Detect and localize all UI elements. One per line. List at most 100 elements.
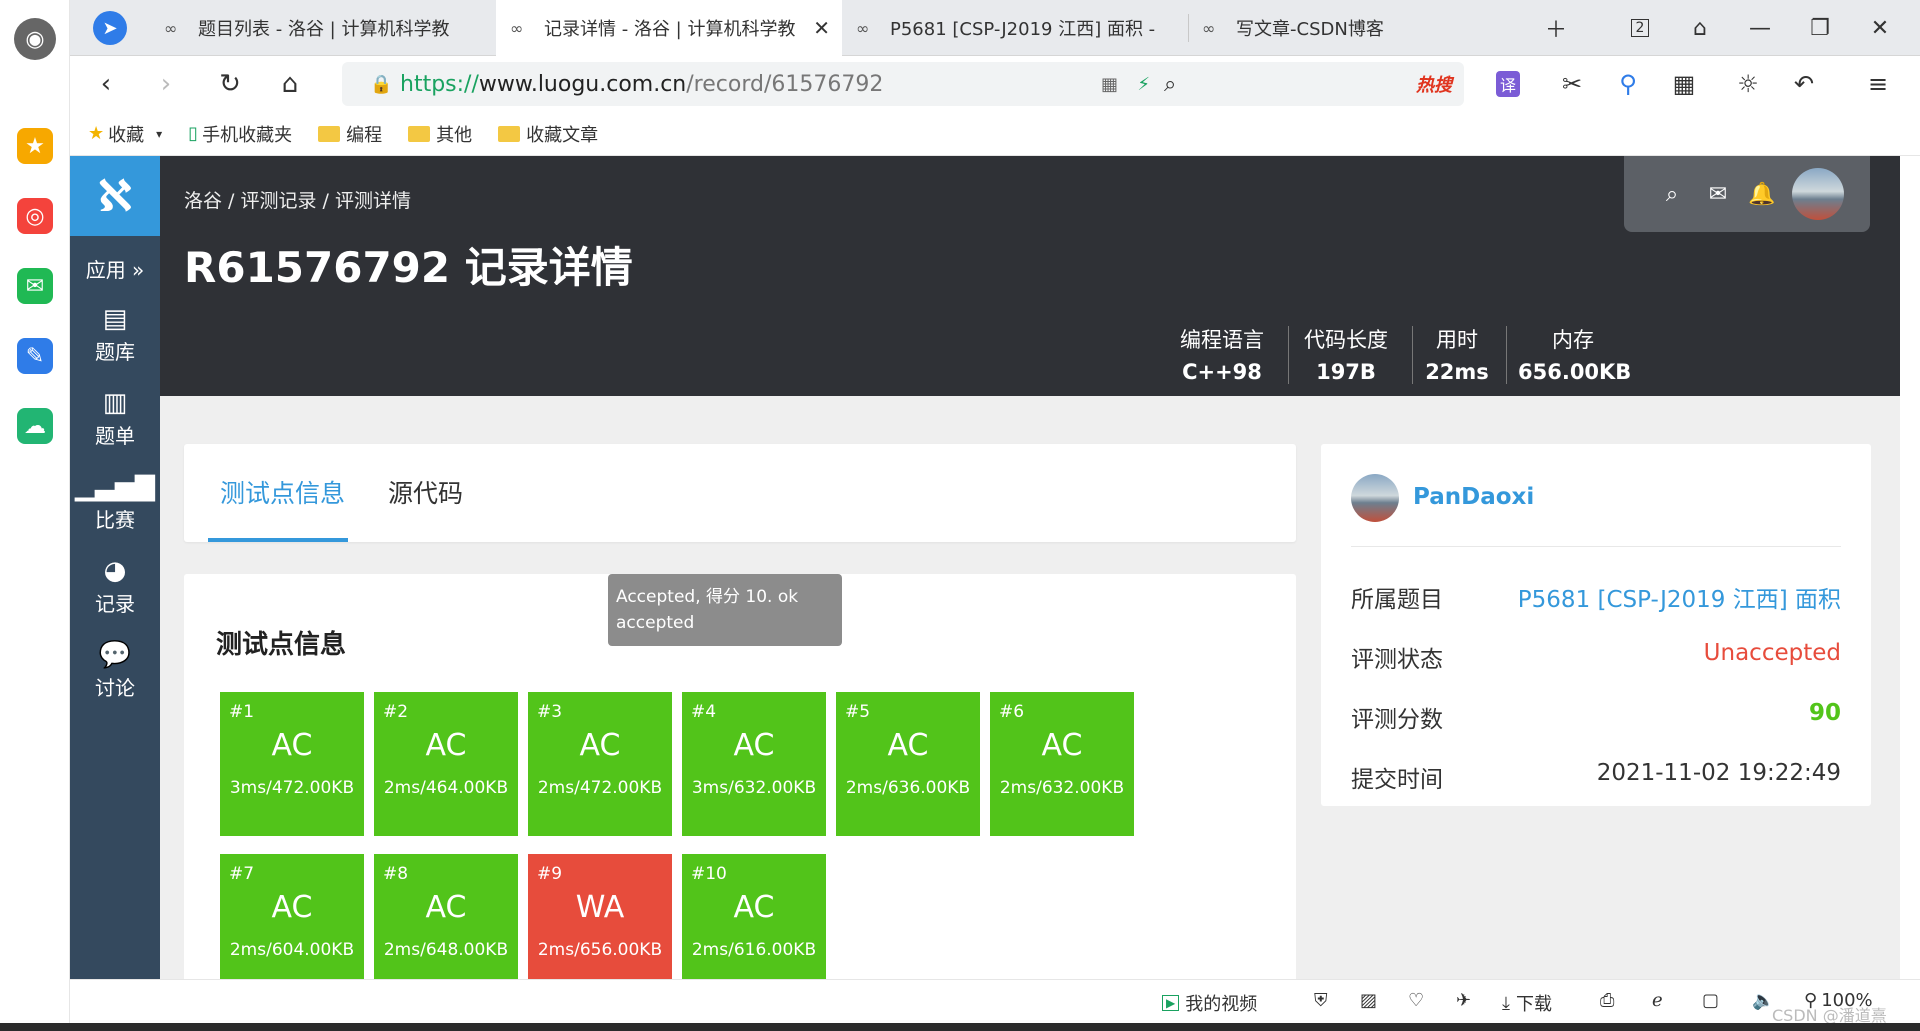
- close-icon[interactable]: ✕: [813, 16, 830, 40]
- folder-icon: [408, 125, 431, 142]
- bookmark-mobile[interactable]: ▯ 手机收藏夹: [188, 121, 292, 147]
- tab-item[interactable]: ∞ P5681 [CSP-J2019 江西] 面积 -: [842, 0, 1188, 56]
- undo-icon[interactable]: ↶: [1786, 66, 1822, 102]
- minimize-icon[interactable]: —: [1730, 0, 1790, 56]
- ie-icon[interactable]: ℯ: [1652, 990, 1663, 1011]
- new-tab-button[interactable]: ＋: [1526, 0, 1586, 56]
- secure-lock-icon: 🔒: [370, 73, 393, 95]
- page-title: R61576792 记录详情: [184, 243, 633, 292]
- tab-item[interactable]: ∞ 题目列表 - 洛谷 | 计算机科学教: [150, 0, 496, 56]
- info-label: 评测状态: [1351, 647, 1443, 673]
- brightness-icon[interactable]: ☼: [1730, 66, 1766, 102]
- tab-item[interactable]: ∞ 写文章-CSDN博客: [1188, 0, 1534, 56]
- grid-apps-icon[interactable]: ▦: [1666, 66, 1702, 102]
- testcase-id: #1: [229, 702, 255, 722]
- testcase-tile[interactable]: #10 AC 2ms/616.00KB: [682, 854, 826, 979]
- tab-testcase-info[interactable]: 测试点信息: [220, 474, 345, 510]
- favorites-icon[interactable]: ★: [17, 128, 53, 164]
- tab-count-button[interactable]: 2: [1610, 0, 1670, 56]
- tab-item-active[interactable]: ∞ 记录详情 - 洛谷 | 计算机科学教 ✕: [496, 0, 842, 56]
- testcase-id: #4: [691, 702, 717, 722]
- weibo-icon[interactable]: ◎: [17, 198, 53, 234]
- translate-icon[interactable]: 译: [1490, 66, 1526, 102]
- site-sidebar: ℵ 应用 » ▤ 题库 ▥ 题单 ▁▃▅▇ 比赛 ◕ 记录 💬 讨论: [70, 156, 160, 979]
- hot-search-label[interactable]: 热搜: [1416, 71, 1452, 97]
- nav-label: 记录: [95, 592, 135, 616]
- browser-sidebar: ◉ ★ ◎ ✉ ✎ ☁: [0, 0, 70, 1031]
- bookmark-folder[interactable]: 收藏文章: [498, 121, 598, 147]
- mail-icon[interactable]: ✉: [1700, 176, 1736, 212]
- testcase-tile[interactable]: #4 AC 3ms/632.00KB: [682, 692, 826, 836]
- qr-icon[interactable]: ▦: [1101, 74, 1118, 95]
- print-icon[interactable]: ⎙: [1600, 990, 1614, 1011]
- nav-problem-lists[interactable]: ▥ 题单: [70, 388, 160, 449]
- taskbar-strip: [0, 1023, 1920, 1031]
- reload-button[interactable]: ↻: [210, 64, 250, 104]
- nav-problems[interactable]: ▤ 题库: [70, 304, 160, 365]
- incognito-avatar-icon[interactable]: ◉: [14, 18, 56, 60]
- window-icon[interactable]: ▢: [1702, 990, 1719, 1011]
- magnifier-icon[interactable]: ⚲: [1610, 66, 1646, 102]
- testcase-tile[interactable]: #6 AC 2ms/632.00KB: [990, 692, 1134, 836]
- tab-problem-list[interactable]: ➤: [70, 0, 150, 56]
- testcase-usage: 2ms/472.00KB: [537, 778, 663, 798]
- skin-icon[interactable]: ⌂: [1670, 0, 1730, 56]
- rocket-icon[interactable]: ✈: [1456, 990, 1471, 1011]
- breadcrumb[interactable]: 洛谷 / 评测记录 / 评测详情: [184, 186, 411, 213]
- apps-toggle[interactable]: 应用 »: [70, 254, 160, 283]
- close-window-icon[interactable]: ✕: [1850, 0, 1910, 56]
- avatar[interactable]: [1351, 474, 1399, 522]
- home-button[interactable]: ⌂: [270, 64, 310, 104]
- tab-title: 记录详情 - 洛谷 | 计算机科学教: [544, 19, 796, 40]
- nav-discuss[interactable]: 💬 讨论: [70, 640, 160, 701]
- mail-icon[interactable]: ✉: [17, 268, 53, 304]
- nav-contests[interactable]: ▁▃▅▇ 比赛: [70, 472, 160, 533]
- shield-icon[interactable]: ⛨: [1314, 990, 1328, 1011]
- back-button[interactable]: ‹: [86, 64, 126, 104]
- testcase-tile[interactable]: #7 AC 2ms/604.00KB: [220, 854, 364, 979]
- testcase-heading: 测试点信息: [216, 630, 347, 660]
- status-value: Unaccepted: [1703, 640, 1841, 666]
- folder-icon: [318, 125, 341, 142]
- luogu-logo-icon[interactable]: ℵ: [70, 156, 160, 236]
- tab-title: P5681 [CSP-J2019 江西] 面积 -: [890, 19, 1156, 40]
- problem-link[interactable]: P5681 [CSP-J2019 江西] 面积: [1518, 580, 1841, 614]
- testcase-tile[interactable]: #8 AC 2ms/648.00KB: [374, 854, 518, 979]
- stat-value: C++98: [1182, 360, 1262, 384]
- testcase-tile[interactable]: #3 AC 2ms/472.00KB: [528, 692, 672, 836]
- scissors-icon[interactable]: ✂: [1554, 66, 1590, 102]
- menu-icon[interactable]: ≡: [1860, 66, 1896, 102]
- avatar[interactable]: [1792, 168, 1844, 220]
- download-button[interactable]: ⤓ 下载: [1502, 990, 1552, 1016]
- search-icon[interactable]: ⌕: [1654, 176, 1690, 212]
- my-video-button[interactable]: ▶ 我的视频: [1162, 990, 1257, 1016]
- restore-icon[interactable]: ❐: [1790, 0, 1850, 56]
- search-box[interactable]: ⌕ 热搜: [1154, 62, 1464, 106]
- stat-time: 用时 22ms: [1422, 324, 1492, 384]
- health-icon[interactable]: ♡: [1408, 990, 1424, 1011]
- testcase-id: #9: [537, 864, 563, 884]
- testcase-tile[interactable]: #1 AC 3ms/472.00KB: [220, 692, 364, 836]
- cloud-icon[interactable]: ☁: [17, 408, 53, 444]
- testcase-tile[interactable]: #9 WA 2ms/656.00KB: [528, 854, 672, 979]
- bookmark-folder[interactable]: 其他: [408, 121, 472, 147]
- testcase-status: AC: [733, 890, 775, 925]
- username-link[interactable]: PanDaoxi: [1413, 484, 1534, 510]
- image-icon[interactable]: ▨: [1360, 990, 1377, 1011]
- mask-icon: ∞: [856, 18, 870, 38]
- search-icon: ⌕: [1164, 71, 1177, 97]
- bookmark-folder[interactable]: 编程: [318, 121, 382, 147]
- address-bar[interactable]: 🔒 https:// www.luogu.com.cn /record/6157…: [342, 62, 1198, 106]
- notes-icon[interactable]: ✎: [17, 338, 53, 374]
- stat-value: 197B: [1316, 360, 1376, 384]
- speed-icon[interactable]: ⚡: [1137, 74, 1150, 95]
- nav-label: 比赛: [95, 508, 135, 532]
- tab-source-code[interactable]: 源代码: [388, 474, 463, 510]
- forward-button[interactable]: ›: [146, 64, 186, 104]
- testcase-tile[interactable]: #5 AC 2ms/636.00KB: [836, 692, 980, 836]
- testcase-card: 测试点信息 #1 AC 3ms/472.00KB #2 AC 2ms/464.00KB #3…: [184, 574, 1296, 979]
- bookmark-favorites[interactable]: ★ 收藏 ▾: [88, 121, 162, 147]
- bell-icon[interactable]: 🔔: [1744, 176, 1780, 212]
- testcase-tile[interactable]: #2 AC 2ms/464.00KB: [374, 692, 518, 836]
- nav-records[interactable]: ◕ 记录: [70, 556, 160, 617]
